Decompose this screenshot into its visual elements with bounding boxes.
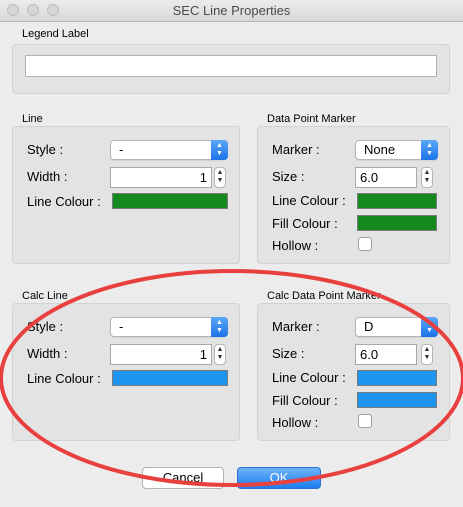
select-arrows-icon: ▲ ▼ bbox=[421, 317, 438, 337]
select-arrows-icon: ▲ ▼ bbox=[211, 317, 228, 337]
calc-marker-fill-colour-label: Fill Colour : bbox=[272, 393, 338, 408]
calc-line-width-stepper[interactable]: ▲ ▼ bbox=[214, 344, 226, 365]
marker-size-value: 6.0 bbox=[360, 170, 379, 185]
legend-group bbox=[12, 44, 450, 94]
marker-size-stepper[interactable]: ▲ ▼ bbox=[421, 167, 433, 188]
marker-fill-colour-swatch[interactable] bbox=[357, 215, 437, 231]
calc-line-style-value: - bbox=[119, 319, 124, 334]
title-bar: SEC Line Properties bbox=[0, 0, 463, 22]
calc-marker-hollow-label: Hollow : bbox=[272, 415, 319, 430]
legend-label-input[interactable] bbox=[25, 55, 437, 77]
calc-marker-size-value: 6.0 bbox=[360, 347, 379, 362]
calc-marker-hollow-checkbox[interactable] bbox=[358, 414, 372, 428]
marker-group-label: Data Point Marker bbox=[267, 113, 356, 125]
calc-line-group-label: Calc Line bbox=[22, 290, 68, 302]
calc-marker-size-input[interactable]: 6.0 bbox=[355, 344, 417, 365]
calc-marker-size-label: Size : bbox=[272, 346, 305, 361]
marker-line-colour-label: Line Colour : bbox=[272, 193, 346, 208]
select-arrows-icon: ▲ ▼ bbox=[211, 140, 228, 160]
line-group-label: Line bbox=[22, 113, 43, 125]
marker-label: Marker : bbox=[272, 142, 320, 157]
calc-line-width-value: 1 bbox=[199, 347, 207, 362]
marker-line-colour-swatch[interactable] bbox=[357, 193, 437, 209]
calc-line-style-label: Style : bbox=[27, 319, 64, 334]
line-colour-swatch[interactable] bbox=[112, 193, 228, 209]
ok-button[interactable]: OK bbox=[237, 467, 321, 489]
calc-line-style-select[interactable]: - ▲ ▼ bbox=[110, 317, 228, 337]
calc-marker-group-label: Calc Data Point Marker bbox=[267, 290, 381, 302]
calc-marker-select[interactable]: D ▲ ▼ bbox=[355, 317, 438, 337]
line-width-label: Width : bbox=[27, 169, 68, 184]
calc-marker-fill-colour-swatch[interactable] bbox=[357, 392, 437, 408]
marker-size-input[interactable]: 6.0 bbox=[355, 167, 417, 188]
line-width-input[interactable]: 1 bbox=[110, 167, 212, 188]
calc-marker-line-colour-label: Line Colour : bbox=[272, 370, 346, 385]
marker-hollow-label: Hollow : bbox=[272, 238, 319, 253]
line-width-stepper[interactable]: ▲ ▼ bbox=[214, 167, 226, 188]
marker-select[interactable]: None ▲ ▼ bbox=[355, 140, 438, 160]
window-title: SEC Line Properties bbox=[172, 3, 291, 18]
marker-hollow-checkbox[interactable] bbox=[358, 237, 372, 251]
line-width-value: 1 bbox=[199, 170, 207, 185]
line-colour-label: Line Colour : bbox=[27, 194, 101, 209]
calc-line-colour-swatch[interactable] bbox=[112, 370, 228, 386]
calc-marker-label: Marker : bbox=[272, 319, 320, 334]
calc-marker-size-stepper[interactable]: ▲ ▼ bbox=[421, 344, 433, 365]
marker-fill-colour-label: Fill Colour : bbox=[272, 216, 338, 231]
marker-group: Marker : None ▲ ▼ Size : 6.0 ▲ ▼ Line Colo… bbox=[257, 126, 450, 264]
calc-marker-line-colour-swatch[interactable] bbox=[357, 370, 437, 386]
line-style-label: Style : bbox=[27, 142, 64, 157]
calc-marker-group: Marker : D ▲ ▼ Size : 6.0 ▲ ▼ Line Colour … bbox=[257, 303, 450, 441]
marker-value: None bbox=[364, 142, 396, 157]
calc-line-width-label: Width : bbox=[27, 346, 68, 361]
calc-line-width-input[interactable]: 1 bbox=[110, 344, 212, 365]
calc-line-group: Style : - ▲ ▼ Width : 1 ▲ ▼ Line Colour : bbox=[12, 303, 240, 441]
cancel-button[interactable]: Cancel bbox=[142, 467, 224, 489]
legend-label-heading: Legend Label bbox=[22, 28, 89, 40]
calc-line-colour-label: Line Colour : bbox=[27, 371, 101, 386]
marker-size-label: Size : bbox=[272, 169, 305, 184]
select-arrows-icon: ▲ ▼ bbox=[421, 140, 438, 160]
line-style-value: - bbox=[119, 142, 124, 157]
calc-marker-value: D bbox=[364, 319, 374, 334]
line-group: Style : - ▲ ▼ Width : 1 ▲ ▼ Line Colour : bbox=[12, 126, 240, 264]
line-style-select[interactable]: - ▲ ▼ bbox=[110, 140, 228, 160]
